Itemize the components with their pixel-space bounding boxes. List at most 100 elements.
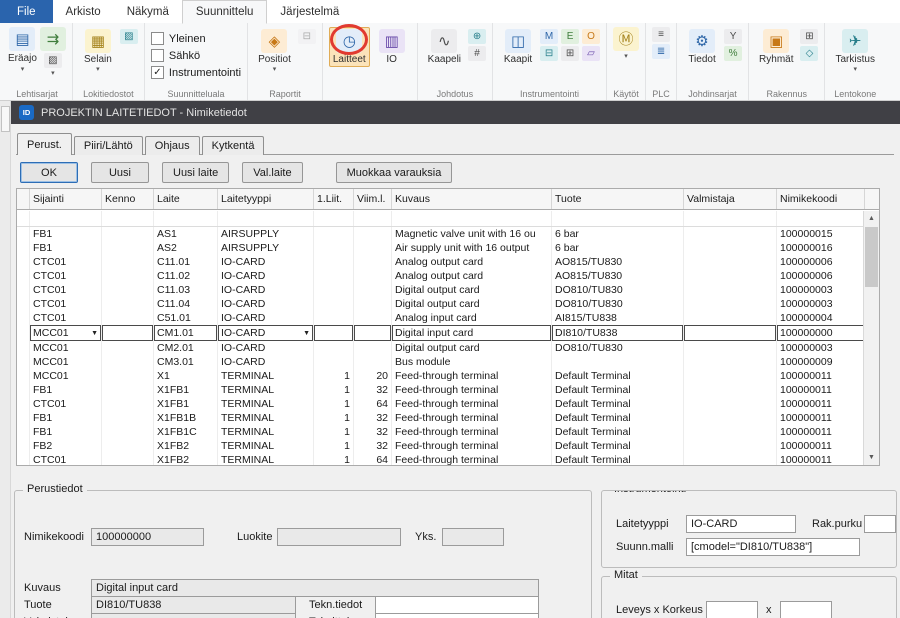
selain-dropdown-icon[interactable]: ▾: [96, 66, 100, 73]
cell-laitetyyppi[interactable]: TERMINAL: [218, 439, 314, 453]
cell-1liit[interactable]: [314, 355, 354, 369]
ribbon-tab-suunnittelu[interactable]: Suunnittelu: [182, 0, 268, 24]
cell-1liit[interactable]: [314, 311, 354, 325]
valmistaja-field[interactable]: [91, 613, 296, 618]
cell-tuote[interactable]: Default Terminal: [552, 411, 684, 425]
cell-laitetyyppi[interactable]: TERMINAL: [218, 453, 314, 465]
cell-kenno[interactable]: [102, 355, 154, 369]
cell-nimikekoodi[interactable]: 100000015: [777, 227, 863, 241]
cell-kenno[interactable]: [102, 255, 154, 269]
tarkistus-dropdown-icon[interactable]: ▾: [853, 66, 857, 73]
rak-purku-field[interactable]: [864, 515, 896, 533]
cell-sijainti[interactable]: FB2: [30, 439, 102, 453]
cell-laitetyyppi[interactable]: TERMINAL: [218, 383, 314, 397]
column-header-nimikekoodi[interactable]: Nimikekoodi: [777, 189, 865, 209]
cell-kenno[interactable]: [102, 311, 154, 325]
selain-button[interactable]: ▦ Selain ▾: [79, 27, 117, 75]
cell-tuote[interactable]: Default Terminal: [552, 397, 684, 411]
cell-valmistaja[interactable]: [684, 283, 777, 297]
sahko-checkbox[interactable]: [151, 49, 164, 62]
cell-laitetyyppi[interactable]: TERMINAL: [218, 425, 314, 439]
cell-tuote[interactable]: 6 bar: [552, 227, 684, 241]
cell-1liit[interactable]: 1: [314, 369, 354, 383]
cell-laitetyyppi[interactable]: IO-CARD: [218, 269, 314, 283]
cell-tuote[interactable]: DO810/TU830: [552, 297, 684, 311]
table-row[interactable]: FB1AS1AIRSUPPLYMagnetic valve unit with …: [17, 227, 863, 241]
cell-kenno[interactable]: [102, 383, 154, 397]
table-row[interactable]: MCC01CM2.01IO-CARDDigital output cardDO8…: [17, 341, 863, 355]
cell-kuvaus[interactable]: Digital output card: [392, 341, 552, 355]
cell-kenno[interactable]: [102, 425, 154, 439]
column-header-1liit[interactable]: 1.Liit.: [314, 189, 354, 209]
sheet-series-icon[interactable]: ⇉: [40, 27, 66, 51]
cell-valmistaja[interactable]: [684, 211, 777, 226]
cell-sijainti[interactable]: CTC01: [30, 269, 102, 283]
table-row[interactable]: FB1AS2AIRSUPPLYAir supply unit with 16 o…: [17, 241, 863, 255]
cell-laite[interactable]: X1: [154, 369, 218, 383]
cell-1liit[interactable]: [314, 341, 354, 355]
cell-laitetyyppi[interactable]: IO-CARD: [218, 311, 314, 325]
inst-sheet-icon[interactable]: ⊟: [540, 46, 558, 61]
cell-nimikekoodi[interactable]: 100000009: [777, 355, 863, 369]
cell-sijainti[interactable]: CTC01: [30, 453, 102, 465]
cell-1liit[interactable]: [314, 255, 354, 269]
cell-kuvaus[interactable]: Feed-through terminal: [392, 425, 552, 439]
cell-laitetyyppi[interactable]: [218, 211, 314, 226]
cell-viiml[interactable]: [354, 241, 392, 255]
cell-laitetyyppi[interactable]: IO-CARD: [218, 255, 314, 269]
grid-plus-icon[interactable]: ⊞: [800, 29, 818, 44]
table-row[interactable]: FB1X1FB1CTERMINAL132Feed-through termina…: [17, 425, 863, 439]
diamond-icon[interactable]: ◇: [800, 46, 818, 61]
cell-kuvaus[interactable]: Feed-through terminal: [392, 397, 552, 411]
cell-nimikekoodi[interactable]: 100000016: [777, 241, 863, 255]
cell-kuvaus[interactable]: Feed-through terminal: [392, 383, 552, 397]
o-export-icon[interactable]: O: [582, 29, 600, 44]
sheet-dropdown-icon[interactable]: ▾: [51, 70, 55, 77]
cell-kuvaus[interactable]: Feed-through terminal: [392, 411, 552, 425]
tab-perust[interactable]: Perust.: [17, 133, 72, 155]
val-laite-button[interactable]: Val.laite: [242, 162, 302, 183]
cell-sijainti[interactable]: FB1: [30, 241, 102, 255]
cell-kuvaus[interactable]: Bus module: [392, 355, 552, 369]
cell-viiml[interactable]: [354, 269, 392, 283]
cell-laite[interactable]: C11.04: [154, 297, 218, 311]
table-row[interactable]: CTC01X1FB1TERMINAL164Feed-through termin…: [17, 397, 863, 411]
cell-laitetyyppi[interactable]: TERMINAL: [218, 397, 314, 411]
column-header-viiml[interactable]: Viim.l.: [354, 189, 392, 209]
window-titlebar[interactable]: ID PROJEKTIN LAITETIEDOT - Nimiketiedot: [11, 101, 900, 124]
cell-kenno[interactable]: [102, 439, 154, 453]
combo-dropdown-arrow[interactable]: ▼: [301, 330, 310, 337]
table-row[interactable]: FB2X1FB2TERMINAL132Feed-through terminal…: [17, 439, 863, 453]
globe-icon[interactable]: ⊕: [468, 29, 486, 44]
cell-nimikekoodi[interactable]: 100000006: [777, 269, 863, 283]
uusi-laite-button[interactable]: Uusi laite: [162, 162, 229, 183]
laitteet-button[interactable]: ◷ Laitteet: [329, 27, 370, 67]
positiot-button[interactable]: ◈ Positiot ▾: [254, 27, 295, 75]
instrumentointi-checkbox[interactable]: ✓: [151, 66, 164, 79]
table-row[interactable]: CTC01C11.03IO-CARDDigital output cardDO8…: [17, 283, 863, 297]
cell-valmistaja[interactable]: [684, 311, 777, 325]
table-row[interactable]: CTC01C11.04IO-CARDDigital output cardDO8…: [17, 297, 863, 311]
cell-nimikekoodi[interactable]: 100000011: [777, 397, 863, 411]
yks-field[interactable]: [442, 528, 504, 546]
checkbox-instrumentointi[interactable]: ✓ Instrumentointi: [151, 66, 241, 79]
cell-valmistaja[interactable]: [684, 297, 777, 311]
positiot-dropdown-icon[interactable]: ▾: [273, 66, 277, 73]
io-button[interactable]: ▥ IO: [373, 27, 411, 67]
eraajo-button[interactable]: Eräajo: [8, 53, 37, 64]
cell-kuvaus[interactable]: Feed-through terminal: [392, 369, 552, 383]
suunn-malli-field[interactable]: [cmodel="DI810/TU838"]: [686, 538, 860, 556]
plc-map-icon[interactable]: ≣: [652, 44, 670, 59]
cell-tuote[interactable]: DO810/TU830: [552, 341, 684, 355]
table-row[interactable]: [17, 211, 863, 227]
cell-viiml[interactable]: [354, 227, 392, 241]
cell-kuvaus[interactable]: Magnetic valve unit with 16 ou: [392, 227, 552, 241]
cell-kuvaus[interactable]: Analog output card: [392, 269, 552, 283]
table-row[interactable]: CTC01C51.01IO-CARDAnalog input cardAI815…: [17, 311, 863, 325]
cell-tuote[interactable]: 6 bar: [552, 241, 684, 255]
cell-valmistaja[interactable]: [684, 241, 777, 255]
combo-dropdown-arrow[interactable]: ▼: [89, 330, 98, 337]
tab-piiri-lahto[interactable]: Piiri/Lähtö: [74, 136, 143, 155]
cell-nimikekoodi[interactable]: 100000003: [777, 283, 863, 297]
column-header-kenno[interactable]: Kenno: [102, 189, 154, 209]
